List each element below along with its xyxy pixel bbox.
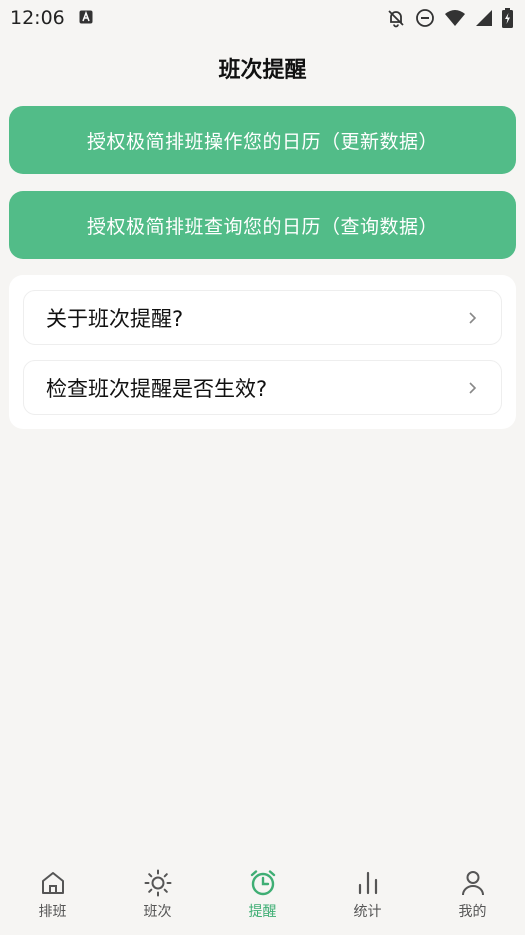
authorize-read-calendar-button[interactable]: 授权极简排班查询您的日历（查询数据） <box>9 191 516 259</box>
battery-charging-icon <box>502 8 513 28</box>
tab-label: 提醒 <box>248 904 277 920</box>
chevron-right-icon <box>467 311 477 325</box>
status-time: 12:06 <box>10 7 65 29</box>
person-icon <box>458 868 488 898</box>
signal-icon <box>475 9 493 27</box>
list-item-label: 关于班次提醒? <box>46 306 184 331</box>
tab-shifts[interactable]: 班次 <box>105 855 210 935</box>
list-item-check-reminder[interactable]: 检查班次提醒是否生效? <box>23 360 502 415</box>
list-item-about-reminder[interactable]: 关于班次提醒? <box>23 290 502 345</box>
status-right <box>386 8 513 28</box>
page-title: 班次提醒 <box>218 58 307 83</box>
list-item-label: 检查班次提醒是否生效? <box>46 376 268 401</box>
font-a-icon <box>79 9 93 28</box>
status-bar: 12:06 <box>0 0 525 36</box>
tab-schedule[interactable]: 排班 <box>0 855 105 935</box>
bell-off-icon <box>386 8 406 28</box>
bar-chart-icon <box>353 868 383 898</box>
tab-statistics[interactable]: 统计 <box>315 855 420 935</box>
wifi-icon <box>444 9 466 27</box>
tab-label: 排班 <box>38 904 67 920</box>
chevron-right-icon <box>467 381 477 395</box>
sun-icon <box>143 868 173 898</box>
tab-reminder[interactable]: 提醒 <box>210 855 315 935</box>
tab-label: 我的 <box>458 904 487 920</box>
tab-label: 班次 <box>143 904 172 920</box>
bottom-tab-bar: 排班 班次 提醒 统计 我的 <box>0 855 525 935</box>
tab-label: 统计 <box>353 904 382 920</box>
home-icon <box>38 868 68 898</box>
tab-profile[interactable]: 我的 <box>420 855 525 935</box>
do-not-disturb-icon <box>415 8 435 28</box>
info-card: 关于班次提醒? 检查班次提醒是否生效? <box>9 275 516 429</box>
authorize-write-calendar-button[interactable]: 授权极简排班操作您的日历（更新数据） <box>9 106 516 174</box>
alarm-clock-icon <box>248 868 278 898</box>
status-left: 12:06 <box>10 7 93 29</box>
